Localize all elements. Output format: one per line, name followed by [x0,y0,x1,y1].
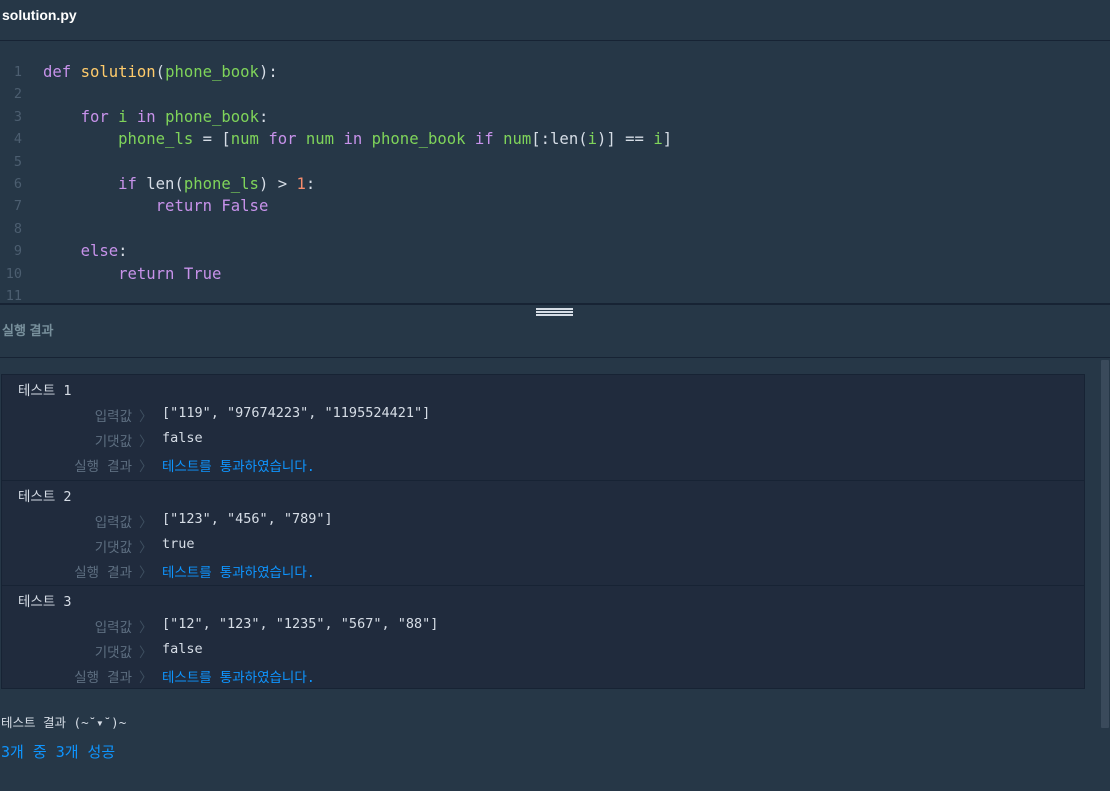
expected-value: false [162,641,203,657]
code-line[interactable]: 3 for i in phone_book: [0,106,1110,128]
result-status: 테스트를 통과하였습니다. [162,670,315,686]
code-text: for i in phone_book: [80,107,269,126]
test-results-list: 테스트 1 입력값 〉 ["119", "97674223", "1195524… [1,374,1085,689]
input-label: 입력값 [94,620,132,636]
code-text: phone_ls = [num for num in phone_book if… [118,130,673,149]
code-line[interactable]: 5 [0,151,1110,173]
test-case-name: 테스트 2 [18,489,72,505]
code-line[interactable]: 6 if len(phone_ls) > 1: [0,173,1110,195]
code-line[interactable]: 11 [0,285,1110,303]
line-number: 2 [13,86,22,103]
line-number: 5 [13,153,22,170]
test-expected-row: 기댓값 〉 false [2,430,1084,452]
line-number: 3 [13,108,22,125]
editor-header: solution.py [0,0,1110,41]
test-case: 테스트 1 입력값 〉 ["119", "97674223", "1195524… [2,375,1084,480]
chevron-right-icon: 〉 [139,540,153,556]
test-case: 테스트 3 입력값 〉 ["12", "123", "1235", "567",… [2,585,1084,691]
test-case-name: 테스트 1 [18,383,72,399]
line-number: 8 [13,220,22,237]
code-line[interactable]: 2 [0,83,1110,105]
resize-handle-icon[interactable] [536,308,574,317]
chevron-right-icon: 〉 [139,620,153,636]
test-case: 테스트 2 입력값 〉 ["123", "456", "789"] 기댓값 〉 … [2,480,1084,586]
input-label: 입력값 [94,409,132,425]
test-result-row: 실행 결과 〉 테스트를 통과하였습니다. [2,455,1084,477]
result-label: 실행 결과 [74,459,132,475]
line-number: 9 [13,243,22,260]
code-runner-page: solution.py 1 def solution(phone_book): 2 3… [0,0,1110,791]
line-number: 6 [13,176,22,192]
test-result-row: 실행 결과 〉 테스트를 통과하였습니다. [2,666,1084,688]
expected-label: 기댓값 [94,645,132,661]
code-line[interactable]: 9 else: [0,240,1110,262]
code-text: else: [80,242,128,261]
scrollbar-thumb[interactable] [1101,360,1109,728]
code-editor[interactable]: 1 def solution(phone_book): 2 3 for i in ph… [0,42,1110,303]
result-label: 실행 결과 [74,565,132,581]
input-value: ["12", "123", "1235", "567", "88"] [162,616,439,632]
result-label: 실행 결과 [74,670,132,686]
input-label: 입력값 [94,515,132,531]
code-text: if len(phone_ls) > 1: [118,175,316,193]
chevron-right-icon: 〉 [139,670,153,686]
chevron-right-icon: 〉 [139,645,153,661]
chevron-right-icon: 〉 [139,565,153,581]
summary-value: 3개 중 3개 성공 [1,743,116,761]
line-number: 4 [13,131,22,148]
line-number: 1 [13,64,22,80]
expected-label: 기댓값 [94,434,132,450]
test-expected-row: 기댓값 〉 true [2,536,1084,558]
test-expected-row: 기댓값 〉 false [2,641,1084,663]
test-input-row: 입력값 〉 ["12", "123", "1235", "567", "88"] [2,616,1084,638]
test-case-name: 테스트 3 [18,594,72,610]
chevron-right-icon: 〉 [139,409,153,425]
expected-value: false [162,430,203,446]
expected-label: 기댓값 [94,540,132,556]
code-line[interactable]: 10 return True [0,263,1110,285]
code-line[interactable]: 8 [0,218,1110,240]
file-name: solution.py [2,7,77,23]
line-number: 7 [13,198,22,215]
input-value: ["123", "456", "789"] [162,511,333,527]
line-number: 11 [5,288,22,303]
code-text: return False [155,197,269,216]
summary-label: 테스트 결과 (~˘▾˘)~ [1,715,127,730]
code-text: return True [118,264,222,283]
code-line[interactable]: 1 def solution(phone_book): [0,61,1110,83]
result-status: 테스트를 통과하였습니다. [162,565,315,581]
chevron-right-icon: 〉 [139,515,153,531]
line-number: 10 [5,265,22,282]
chevron-right-icon: 〉 [139,434,153,450]
expected-value: true [162,536,195,552]
result-title: 실행 결과 [2,323,54,338]
scrollbar[interactable] [1100,358,1110,791]
chevron-right-icon: 〉 [139,459,153,475]
code-line[interactable]: 7 return False [0,195,1110,217]
test-result-row: 실행 결과 〉 테스트를 통과하였습니다. [2,561,1084,583]
code-line[interactable]: 4 phone_ls = [num for num in phone_book … [0,128,1110,150]
result-status: 테스트를 통과하였습니다. [162,459,315,475]
test-input-row: 입력값 〉 ["119", "97674223", "1195524421"] [2,405,1084,427]
test-input-row: 입력값 〉 ["123", "456", "789"] [2,511,1084,533]
code-text: def solution(phone_book): [43,63,278,81]
input-value: ["119", "97674223", "1195524421"] [162,405,431,421]
result-panel: 테스트 1 입력값 〉 ["119", "97674223", "1195524… [0,358,1110,791]
panel-divider [0,303,1110,305]
